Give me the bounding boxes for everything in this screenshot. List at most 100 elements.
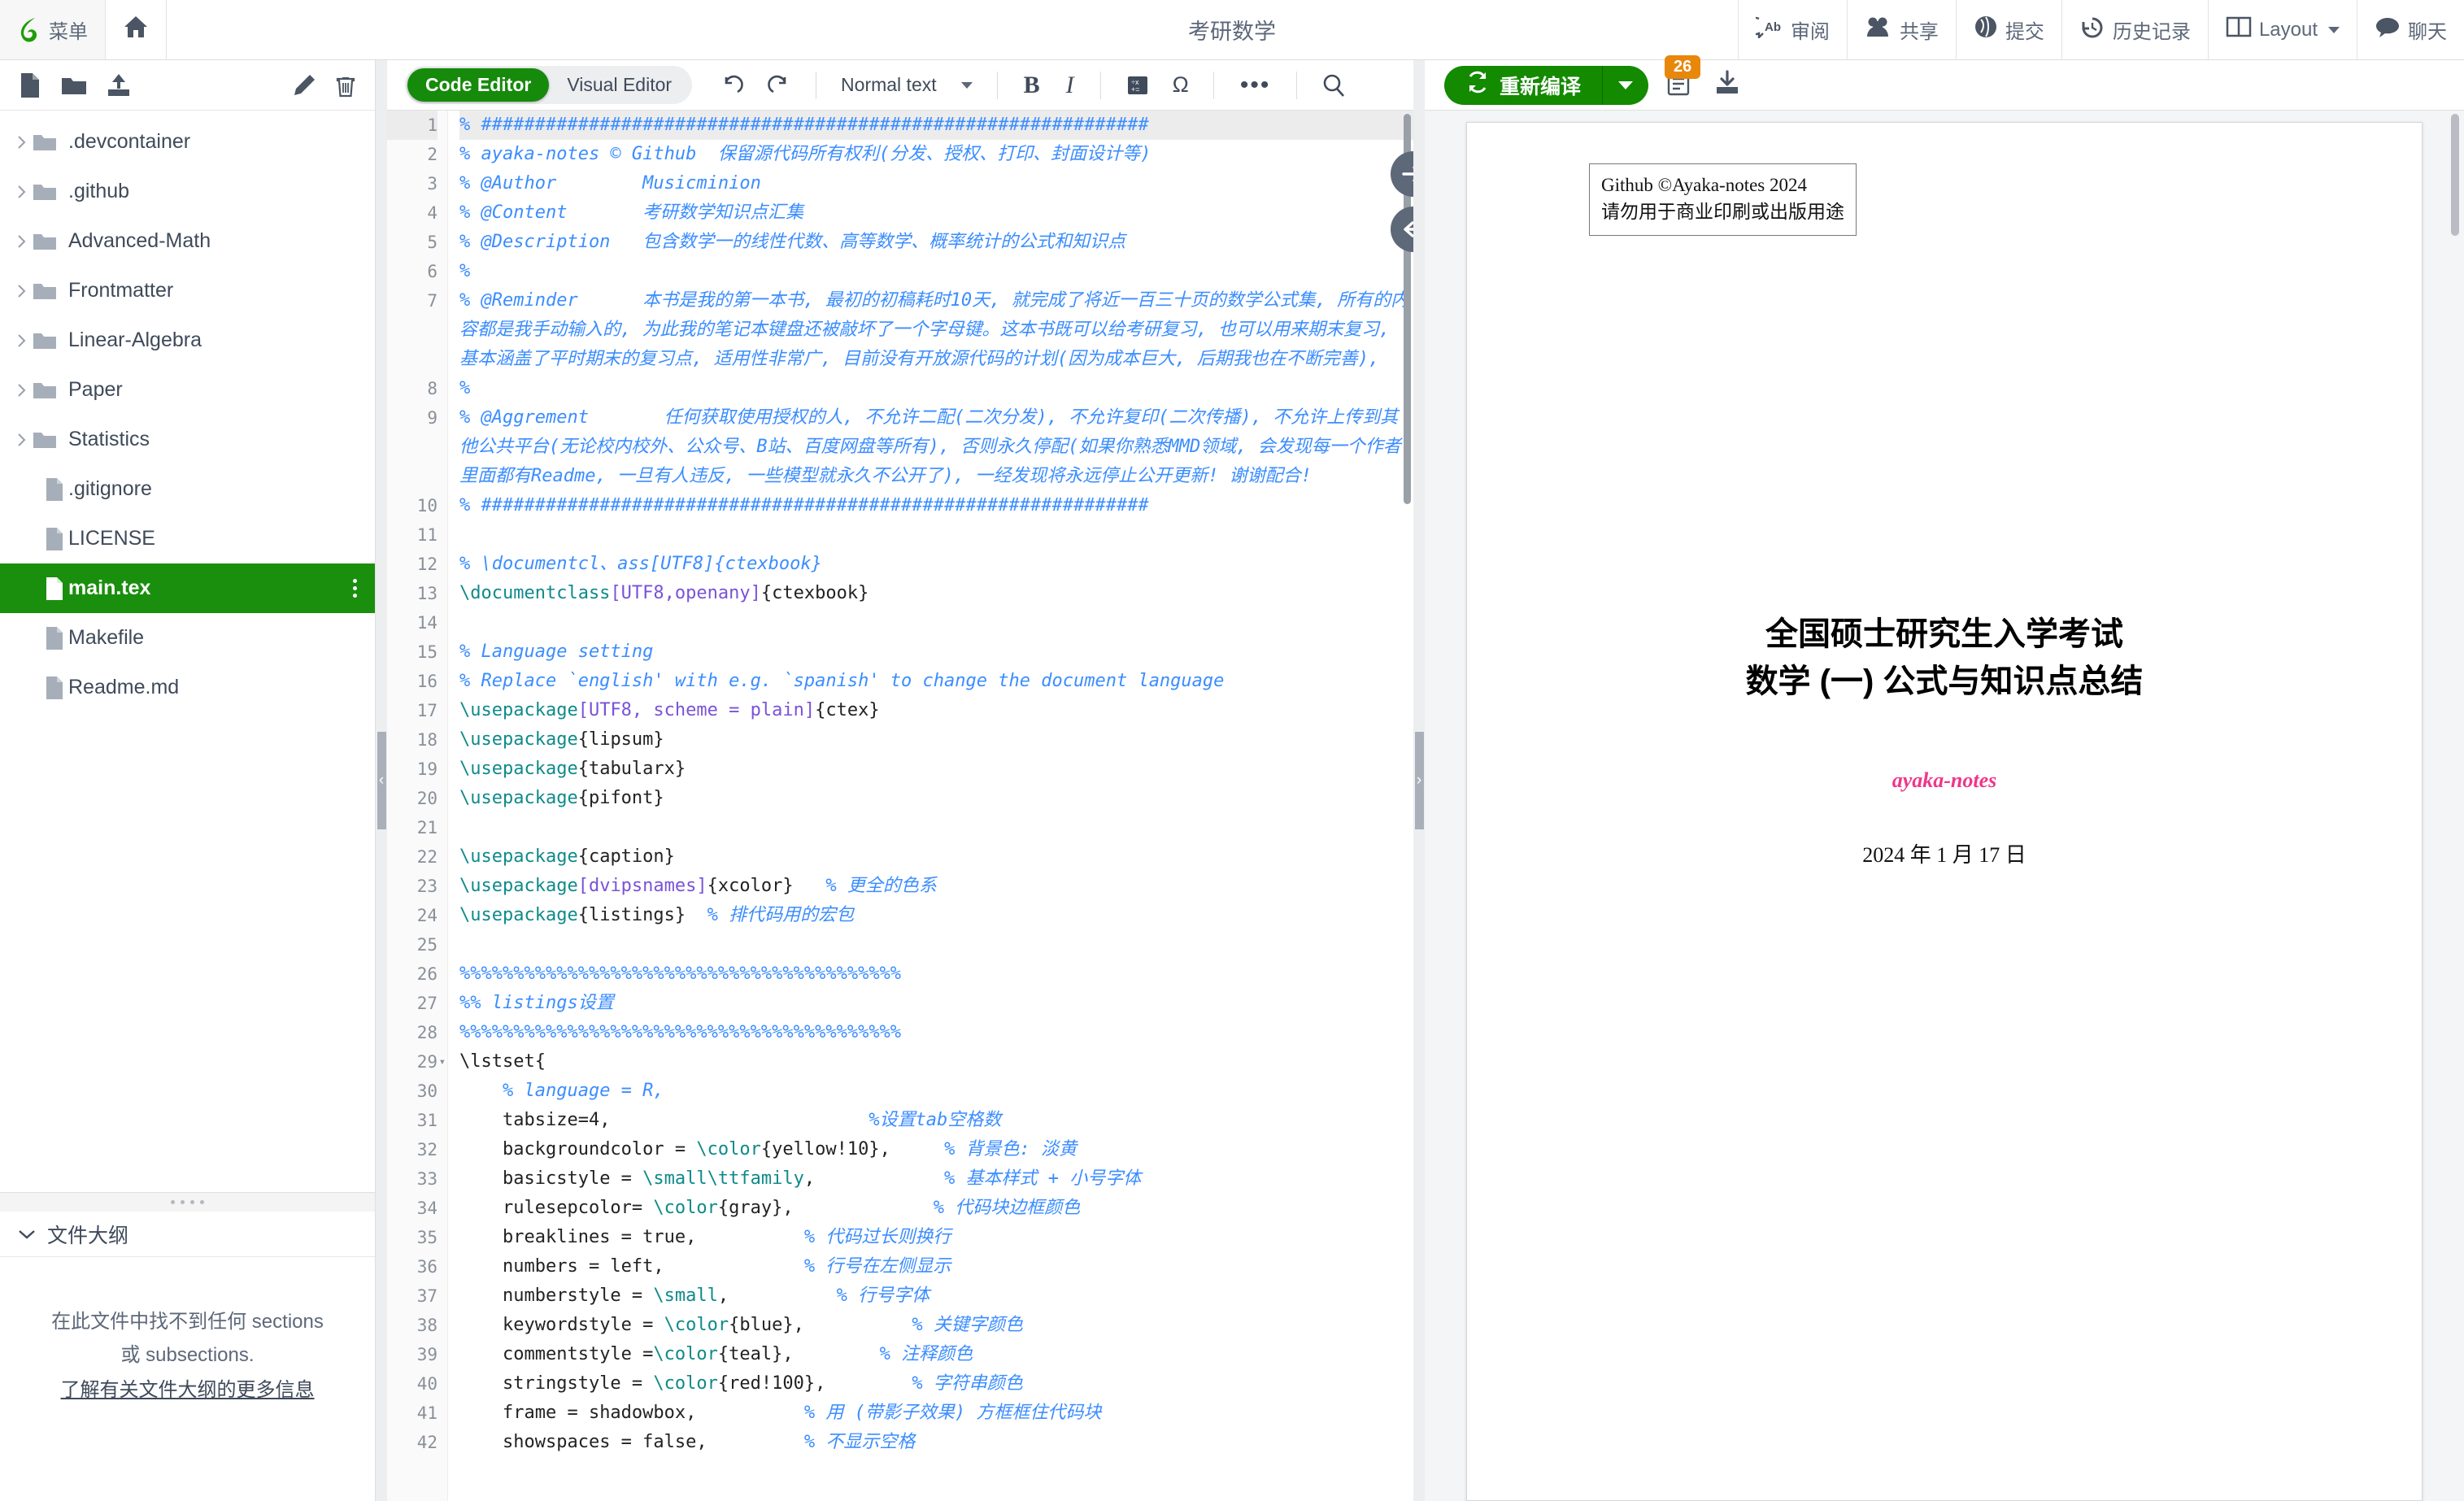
editor-pdf-splitter[interactable]: ›	[1413, 60, 1425, 1501]
upload-icon[interactable]	[106, 72, 132, 98]
code-line[interactable]: % @Reminder 本书是我的第一本书, 最初的初稿耗时10天, 就完成了将…	[459, 286, 1413, 374]
share-button[interactable]: 共享	[1847, 0, 1956, 59]
chevron-right-icon[interactable]	[11, 134, 33, 150]
code-line[interactable]: breaklines = true, % 代码过长则换行	[459, 1223, 1413, 1252]
more-options-button[interactable]: •••	[1229, 80, 1282, 90]
code-line[interactable]: \usepackage{listings} % 排代码用的宏包	[459, 901, 1413, 930]
code-line[interactable]: basicstyle = \small\ttfamily, % 基本样式 + 小…	[459, 1164, 1413, 1194]
code-line[interactable]: % ######################################…	[459, 111, 1413, 140]
tab-visual-editor[interactable]: Visual Editor	[549, 68, 690, 102]
code-line[interactable]: tabsize=4, %设置tab空格数	[459, 1106, 1413, 1135]
code-line[interactable]: % @Description 包含数学一的线性代数、高等数学、概率统计的公式和知…	[459, 228, 1413, 257]
code-line[interactable]: \usepackage{lipsum}	[459, 725, 1413, 755]
redo-icon[interactable]	[757, 74, 801, 97]
sync-to-code-icon[interactable]	[1391, 207, 1413, 252]
code-editor-area[interactable]: 1234567891011121314151617181920212223242…	[387, 111, 1413, 1501]
splitter-grip-left[interactable]: ‹	[377, 732, 386, 829]
code-line[interactable]: \usepackage{tabularx}	[459, 755, 1413, 784]
outline-learn-more-link[interactable]: 了解有关文件大纲的更多信息	[61, 1374, 315, 1407]
code-line[interactable]: % Replace `english' with e.g. `spanish' …	[459, 667, 1413, 696]
code-line[interactable]: %	[459, 374, 1413, 403]
recompile-button[interactable]: 重新编译	[1444, 66, 1603, 105]
code-line[interactable]: %% listings设置	[459, 989, 1413, 1018]
code-line[interactable]: \usepackage[UTF8, scheme = plain]{ctex}	[459, 696, 1413, 725]
symbol-palette-button[interactable]: Ω	[1163, 72, 1199, 98]
code-line[interactable]: % \documentcl、ass[UTF8]{ctexbook}	[459, 550, 1413, 579]
fold-toggle-icon[interactable]: ▾	[439, 1047, 446, 1077]
code-line[interactable]: \usepackage{caption}	[459, 842, 1413, 872]
file-item-menu-icon[interactable]	[353, 579, 357, 598]
code-line[interactable]	[459, 813, 1413, 842]
menu-button[interactable]: 菜单	[0, 0, 106, 59]
code-scroll-region[interactable]: 1234567891011121314151617181920212223242…	[387, 111, 1413, 1501]
file-tree-item-frontmatter[interactable]: Frontmatter	[0, 266, 375, 315]
code-line[interactable]: stringstyle = \color{red!100}, % 字符串颜色	[459, 1369, 1413, 1399]
file-tree-item-makefile[interactable]: Makefile	[0, 613, 375, 663]
file-tree-item-paper[interactable]: Paper	[0, 365, 375, 415]
code-line[interactable]: %	[459, 257, 1413, 286]
file-tree-item-linear-algebra[interactable]: Linear-Algebra	[0, 315, 375, 365]
review-button[interactable]: Ab 审阅	[1738, 0, 1847, 59]
code-line[interactable]: % Language setting	[459, 637, 1413, 667]
code-line[interactable]: % language = R,	[459, 1077, 1413, 1106]
sync-to-pdf-icon[interactable]	[1391, 151, 1413, 197]
chevron-right-icon[interactable]	[11, 283, 33, 299]
file-tree-item-github[interactable]: .github	[0, 167, 375, 216]
code-line[interactable]: commentstyle =\color{teal}, % 注释颜色	[459, 1340, 1413, 1369]
code-line[interactable]: % @Author Musicminion	[459, 169, 1413, 198]
history-button[interactable]: 历史记录	[2061, 0, 2208, 59]
code-line[interactable]: numberstyle = \small, % 行号字体	[459, 1281, 1413, 1311]
code-line[interactable]: % @Content 考研数学知识点汇集	[459, 198, 1413, 228]
code-line[interactable]: keywordstyle = \color{blue}, % 关键字颜色	[459, 1311, 1413, 1340]
pdf-viewport[interactable]: Github ©Ayaka-notes 2024 请勿用于商业印刷或出版用途 全…	[1425, 111, 2464, 1501]
code-line[interactable]: %%%%%%%%%%%%%%%%%%%%%%%%%%%%%%%%%%%%%%%%…	[459, 959, 1413, 989]
new-folder-icon[interactable]	[60, 73, 88, 98]
pdf-vertical-scrollbar[interactable]	[2451, 114, 2459, 236]
submit-button[interactable]: 提交	[1956, 0, 2061, 59]
file-tree-item-main-tex[interactable]: main.tex	[0, 563, 375, 613]
code-line[interactable]: \usepackage[dvipsnames]{xcolor} % 更全的色系	[459, 872, 1413, 901]
home-button[interactable]	[106, 0, 167, 59]
chevron-right-icon[interactable]	[11, 382, 33, 398]
tab-code-editor[interactable]: Code Editor	[407, 68, 549, 102]
outline-resize-handle[interactable]	[0, 1192, 375, 1212]
file-tree-item-gitignore[interactable]: .gitignore	[0, 464, 375, 514]
trash-icon[interactable]	[334, 73, 357, 98]
pencil-icon[interactable]	[292, 73, 316, 98]
chat-button[interactable]: 聊天	[2357, 0, 2464, 59]
undo-icon[interactable]	[710, 74, 754, 97]
code-line[interactable]: backgroundcolor = \color{yellow!10}, % 背…	[459, 1135, 1413, 1164]
outline-header[interactable]: 文件大纲	[0, 1212, 375, 1257]
file-tree-item-devcontainer[interactable]: .devcontainer	[0, 117, 375, 167]
code-line[interactable]: numbers = left, % 行号在左侧显示	[459, 1252, 1413, 1281]
math-formula-icon[interactable]: ÷x +=	[1116, 74, 1160, 97]
text-style-select[interactable]: Normal text	[831, 74, 982, 96]
code-line[interactable]: \documentclass[UTF8,openany]{ctexbook}	[459, 579, 1413, 608]
code-line[interactable]: \usepackage{pifont}	[459, 784, 1413, 813]
search-icon[interactable]	[1312, 73, 1356, 98]
italic-button[interactable]: I	[1055, 72, 1086, 99]
chevron-right-icon[interactable]	[11, 432, 33, 448]
code-line[interactable]: %%%%%%%%%%%%%%%%%%%%%%%%%%%%%%%%%%%%%%%%…	[459, 1018, 1413, 1047]
code-line[interactable]: % @Aggrement 任何获取使用授权的人, 不允许二配(二次分发), 不允…	[459, 403, 1413, 491]
compile-options-dropdown[interactable]	[1603, 66, 1648, 105]
code-line[interactable]: % ayaka-notes © Github 保留源代码所有权利(分发、授权、打…	[459, 140, 1413, 169]
splitter-grip-right[interactable]: ›	[1415, 732, 1424, 829]
file-tree-item-readme-md[interactable]: Readme.md	[0, 663, 375, 712]
chevron-right-icon[interactable]	[11, 184, 33, 200]
bold-button[interactable]: B	[1012, 72, 1051, 99]
download-pdf-button[interactable]	[1709, 69, 1746, 101]
file-tree-item-license[interactable]: LICENSE	[0, 514, 375, 563]
file-tree-item-advanced-math[interactable]: Advanced-Math	[0, 216, 375, 266]
code-line[interactable]: \lstset{	[459, 1047, 1413, 1077]
code-line[interactable]	[459, 930, 1413, 959]
file-tree-item-statistics[interactable]: Statistics	[0, 415, 375, 464]
code-line[interactable]: % ######################################…	[459, 491, 1413, 520]
sidebar-editor-splitter[interactable]: ‹	[376, 60, 387, 1501]
compile-logs-button[interactable]: 26	[1660, 68, 1697, 102]
chevron-right-icon[interactable]	[11, 233, 33, 250]
layout-button[interactable]: Layout	[2208, 0, 2357, 59]
code-line[interactable]: frame = shadowbox, % 用 (带影子效果) 方框框住代码块	[459, 1399, 1413, 1428]
code-line[interactable]	[459, 520, 1413, 550]
code-line[interactable]: rulesepcolor= \color{gray}, % 代码块边框颜色	[459, 1194, 1413, 1223]
